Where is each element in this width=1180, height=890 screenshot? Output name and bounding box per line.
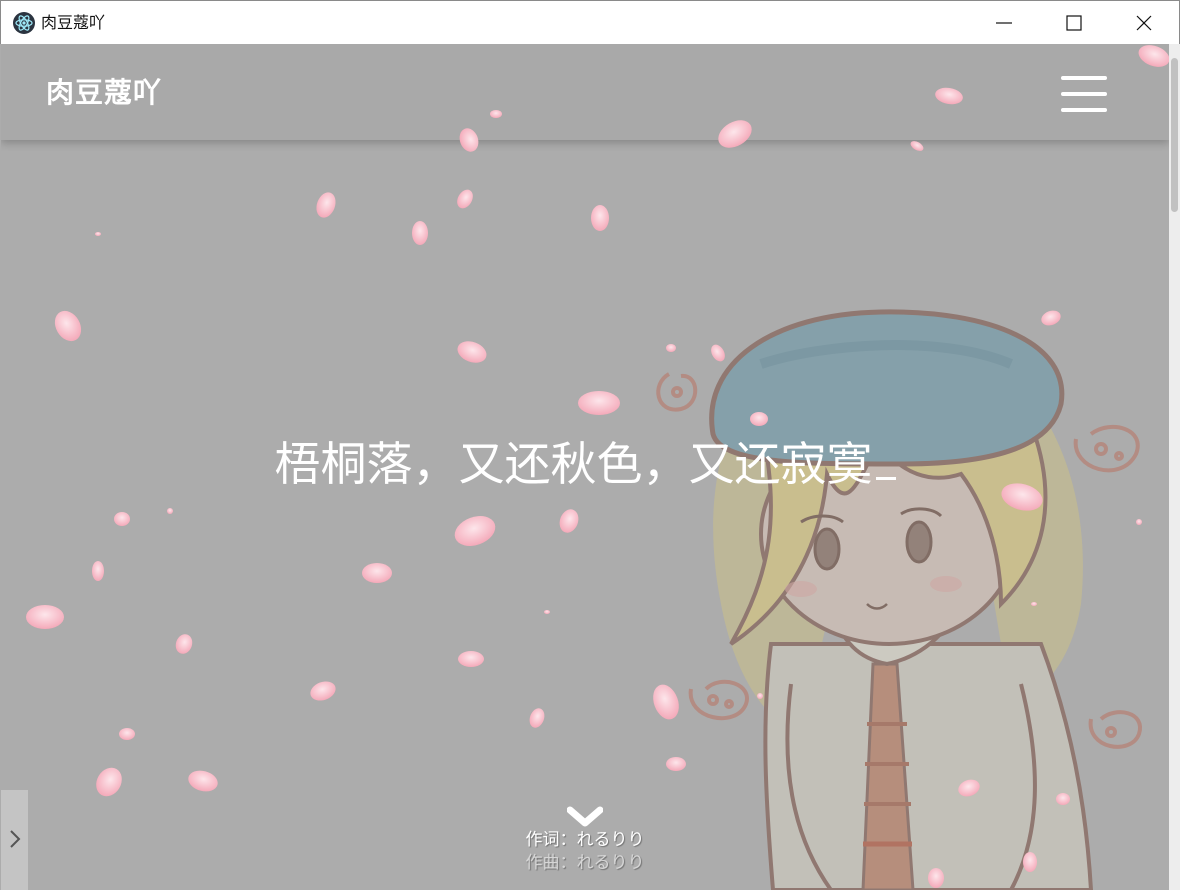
- site-navbar: 肉豆蔻吖: [1, 44, 1169, 140]
- maximize-icon: [1066, 15, 1082, 31]
- composer-credit: 作曲：れるりり: [525, 853, 645, 873]
- minimize-button[interactable]: [969, 1, 1039, 45]
- site-brand[interactable]: 肉豆蔻吖: [46, 76, 162, 110]
- typing-cursor: [875, 477, 896, 480]
- hero-headline-text: 梧桐落，又还秋色，又还寂寞: [274, 437, 873, 491]
- close-icon: [1136, 15, 1152, 31]
- hero-headline: 梧桐落，又还秋色，又还寂寞: [1, 432, 1169, 496]
- minimize-icon: [996, 22, 1012, 24]
- maximize-button[interactable]: [1039, 1, 1109, 45]
- hamburger-menu-icon[interactable]: [1061, 76, 1107, 114]
- electron-atom-icon: [13, 12, 35, 34]
- side-panel-toggle[interactable]: [1, 790, 28, 890]
- chevron-down-icon[interactable]: [566, 804, 604, 830]
- window-title: 肉豆蔻吖: [41, 13, 106, 32]
- window-titlebar: 肉豆蔻吖: [0, 0, 1180, 44]
- close-button[interactable]: [1109, 1, 1179, 45]
- chevron-right-icon: [10, 830, 21, 848]
- scrollbar-thumb[interactable]: [1171, 58, 1178, 212]
- page-viewport: 肉豆蔻吖 梧桐落，又还秋色，又还寂寞 作词：れるりり 作曲：れるりり: [1, 44, 1169, 890]
- vertical-scrollbar[interactable]: [1169, 44, 1180, 890]
- lyricist-credit: 作词：れるりり: [525, 830, 645, 850]
